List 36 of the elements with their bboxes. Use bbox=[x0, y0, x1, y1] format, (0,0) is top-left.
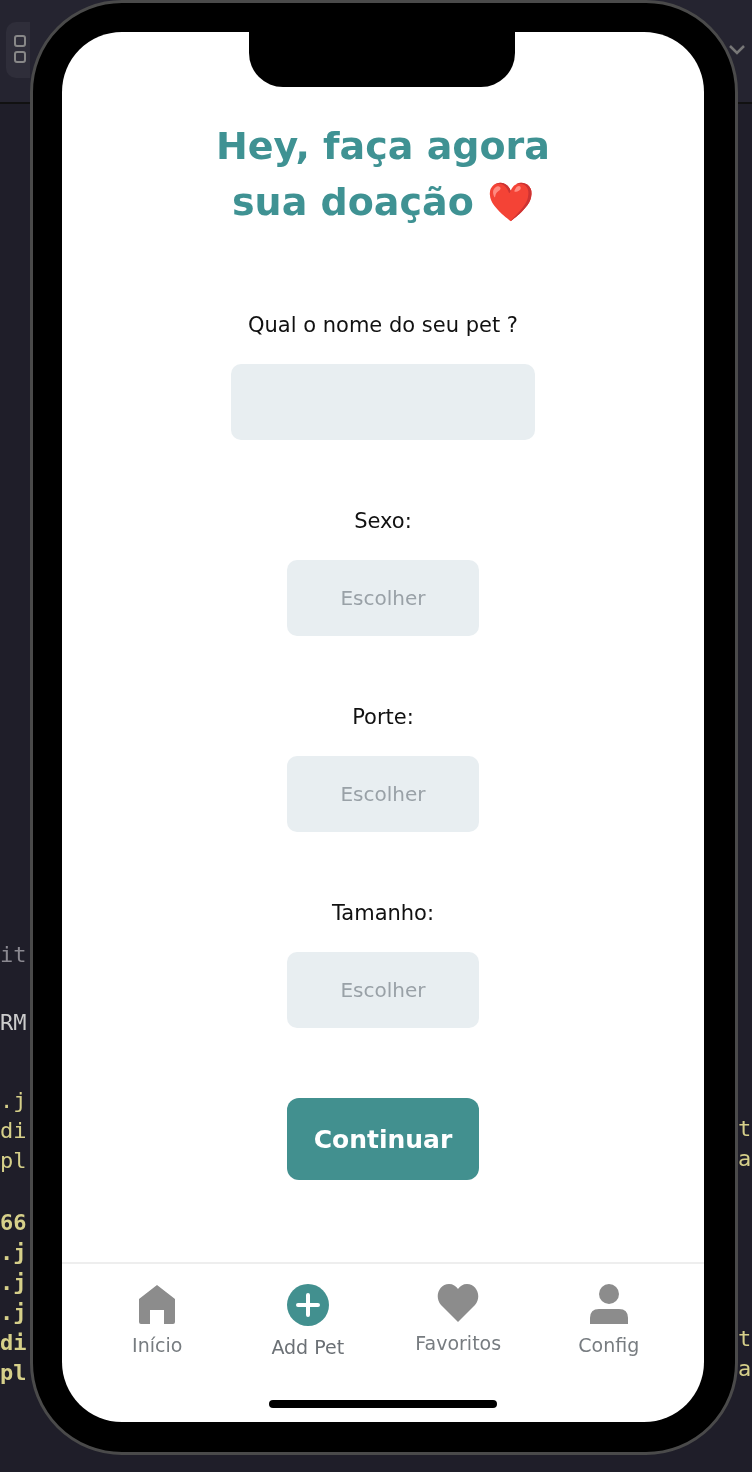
heart-icon bbox=[437, 1284, 480, 1322]
code-fragment: a bbox=[738, 1355, 752, 1383]
code-fragment: .j bbox=[0, 1087, 28, 1115]
code-fragment: .j bbox=[0, 1269, 28, 1297]
title-text: Hey, faça agora bbox=[216, 123, 550, 170]
tab[interactable]: Config bbox=[543, 1284, 674, 1364]
select-button[interactable]: Escolher bbox=[287, 560, 479, 636]
grid-icon bbox=[14, 35, 26, 65]
grid-button[interactable] bbox=[6, 22, 30, 78]
field-label: Qual o nome do seu pet ? bbox=[248, 312, 518, 339]
field-label: Sexo: bbox=[354, 508, 412, 535]
code-fragment: pl bbox=[0, 1359, 28, 1387]
tab[interactable]: Add Pet bbox=[242, 1284, 373, 1364]
title-text: sua doação ❤ bbox=[232, 179, 534, 226]
code-fragment: di bbox=[0, 1117, 28, 1145]
code-fragment: 66 bbox=[0, 1209, 28, 1237]
add-icon bbox=[286, 1284, 329, 1326]
tab[interactable]: Favoritos bbox=[393, 1284, 524, 1364]
select-button[interactable]: Escolher bbox=[287, 756, 479, 832]
chevron-down-icon[interactable] bbox=[728, 44, 746, 56]
select-button[interactable]: Escolher bbox=[287, 952, 479, 1028]
code-fragment: it bbox=[0, 941, 28, 969]
code-fragment: RM bbox=[0, 1009, 28, 1037]
field-label: Tamanho: bbox=[331, 900, 435, 927]
code-fragment: t bbox=[738, 1325, 752, 1353]
code-fragment: pl bbox=[0, 1147, 28, 1175]
user-icon bbox=[587, 1284, 630, 1324]
home-icon bbox=[138, 1284, 177, 1324]
continue-button[interactable]: Continuar bbox=[287, 1098, 479, 1180]
code-fragment: t bbox=[738, 1115, 752, 1143]
code-fragment: a bbox=[738, 1145, 752, 1173]
code-fragment: di bbox=[0, 1329, 28, 1357]
code-fragment: .j bbox=[0, 1239, 28, 1267]
field-label: Porte: bbox=[352, 704, 414, 731]
code-fragment: .j bbox=[0, 1299, 28, 1327]
tab[interactable]: Início bbox=[92, 1284, 223, 1364]
